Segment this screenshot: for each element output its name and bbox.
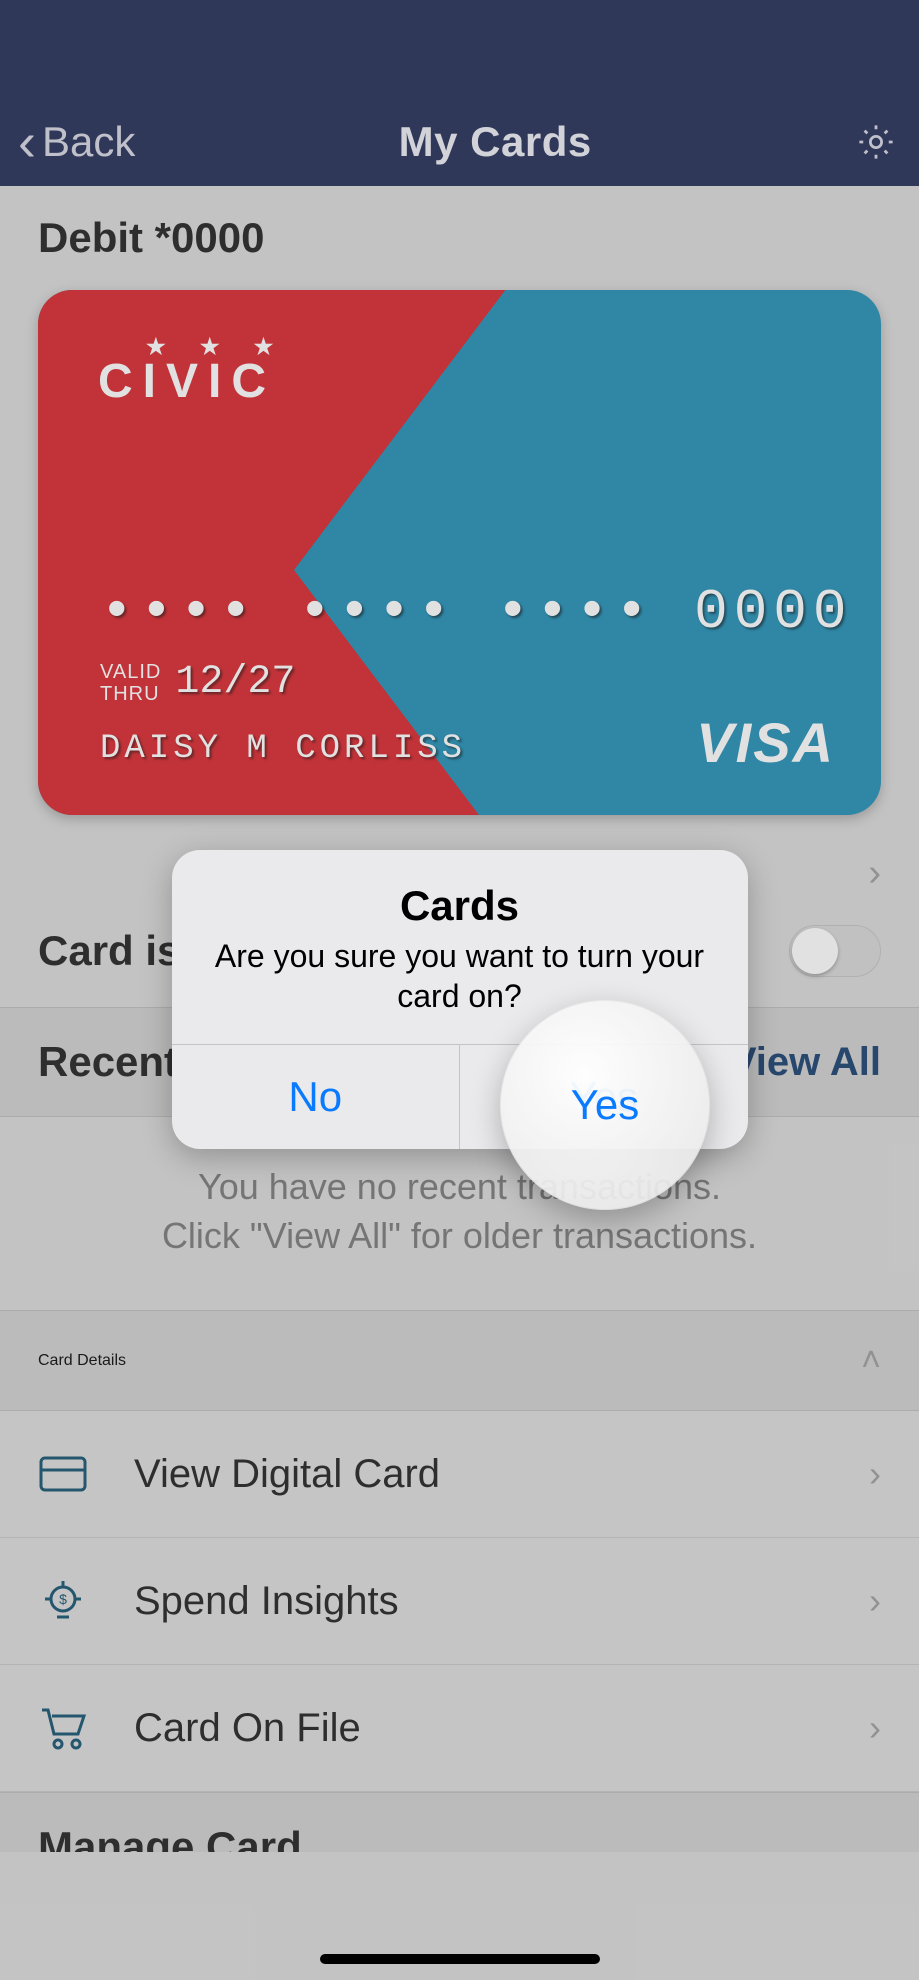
card-on-file-row[interactable]: Card On File › <box>0 1665 919 1792</box>
chevron-right-icon: › <box>869 1580 881 1622</box>
chevron-right-icon: › <box>869 1707 881 1749</box>
page-title: My Cards <box>399 118 592 166</box>
cardholder-name: DAISY M CORLISS <box>100 730 466 768</box>
chevron-up-icon: ˄ <box>861 1341 881 1380</box>
detail-label: View Digital Card <box>134 1452 823 1497</box>
dialog-yes-highlight-label: Yes <box>571 1081 640 1129</box>
bulb-icon: $ <box>38 1576 88 1626</box>
chevron-right-icon: › <box>868 852 881 895</box>
empty-line-1: You have no recent transactions. <box>38 1163 881 1212</box>
view-all-link[interactable]: View All <box>730 1040 881 1085</box>
manage-card-header[interactable]: Manage Card <box>0 1792 919 1852</box>
spend-insights-row[interactable]: $ Spend Insights › <box>0 1538 919 1665</box>
back-label: Back <box>42 118 135 166</box>
view-digital-card-row[interactable]: View Digital Card › <box>0 1411 919 1538</box>
card-account-label: Debit *0000 <box>38 214 881 262</box>
nav-bar: ‹ Back My Cards <box>0 98 919 186</box>
card-details-title: Card Details <box>38 1352 126 1370</box>
gear-icon[interactable] <box>855 121 897 163</box>
manage-card-title: Manage Card <box>38 1823 881 1852</box>
valid-thru-value: 12/27 <box>175 660 295 705</box>
empty-line-2: Click "View All" for older transactions. <box>38 1212 881 1261</box>
detail-label: Card On File <box>134 1706 823 1751</box>
chevron-right-icon: › <box>869 1453 881 1495</box>
cart-icon <box>38 1703 88 1753</box>
card-icon <box>38 1449 88 1499</box>
back-button[interactable]: ‹ Back <box>18 115 135 169</box>
svg-text:$: $ <box>59 1591 67 1607</box>
detail-label: Spend Insights <box>134 1579 823 1624</box>
card-details-header[interactable]: Card Details ˄ <box>0 1310 919 1411</box>
home-indicator[interactable] <box>320 1954 600 1964</box>
card-brand: ★ ★ ★ CIVIC <box>98 334 287 409</box>
status-bar <box>0 0 919 98</box>
card-number: •••• •••• •••• 0000 <box>100 580 853 644</box>
dialog-message: Are you sure you want to turn your card … <box>202 936 718 1016</box>
card-network: VISA <box>696 710 835 775</box>
tap-highlight-circle: Yes <box>500 1000 710 1210</box>
toggle-knob <box>792 928 838 974</box>
card-on-toggle[interactable] <box>789 925 881 977</box>
card-brand-text: CIVIC <box>98 355 276 408</box>
valid-thru-label: VALID THRU <box>100 661 161 705</box>
chevron-left-icon: ‹ <box>18 115 36 169</box>
card-art[interactable]: ★ ★ ★ CIVIC •••• •••• •••• 0000 VALID TH… <box>38 290 881 815</box>
dialog-title: Cards <box>202 882 718 930</box>
dialog-no-button[interactable]: No <box>172 1045 460 1149</box>
